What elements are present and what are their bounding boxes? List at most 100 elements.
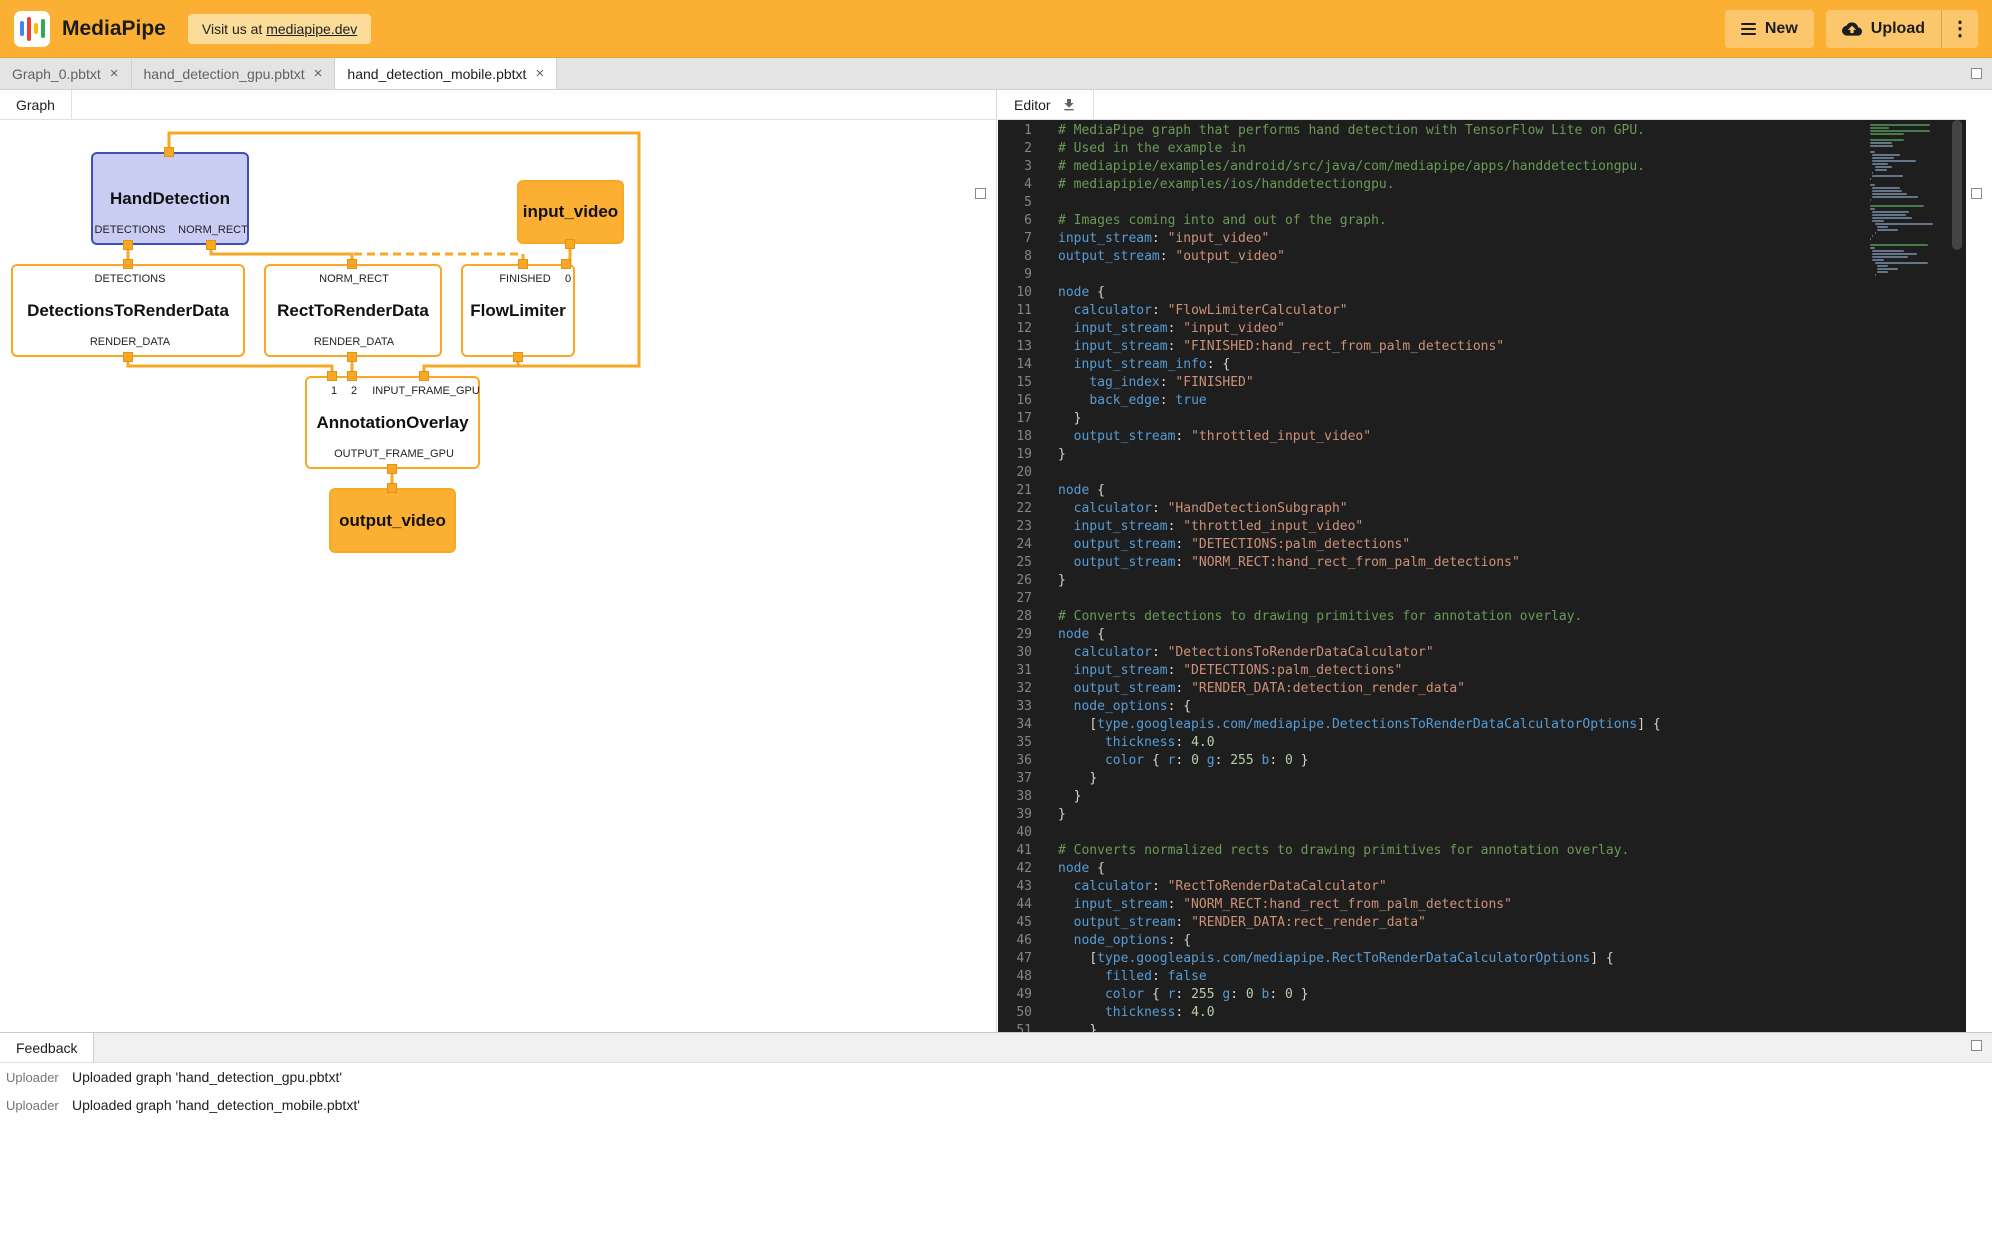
tab-editor[interactable]: Editor xyxy=(998,90,1094,119)
tab-strip: Graph_0.pbtxt×hand_detection_gpu.pbtxt×h… xyxy=(0,58,1992,90)
kebab-menu-icon[interactable]: ⋮ xyxy=(1941,10,1978,48)
code-lines: 1# MediaPipe graph that performs hand de… xyxy=(998,122,1966,1032)
feedback-header: Feedback xyxy=(0,1033,1992,1063)
close-icon[interactable]: × xyxy=(314,66,323,81)
hamburger-icon xyxy=(1741,23,1756,35)
graph-node-label: AnnotationOverlay xyxy=(316,413,468,433)
minimap-line xyxy=(1877,265,1887,267)
feedback-message: Uploaded graph 'hand_detection_gpu.pbtxt… xyxy=(72,1069,342,1085)
mediapipe-link[interactable]: mediapipe.dev xyxy=(266,21,357,37)
code-line: 12 input_stream: "input_video" xyxy=(998,320,1966,338)
feedback-source: Uploader xyxy=(6,1098,72,1113)
minimap-line xyxy=(1870,133,1904,135)
minimap-line xyxy=(1872,235,1873,237)
port-label: INPUT_FRAME_GPU xyxy=(372,385,480,397)
code-line: 31 input_stream: "DETECTIONS:palm_detect… xyxy=(998,662,1966,680)
minimap-line xyxy=(1872,211,1909,213)
minimap-line xyxy=(1875,232,1876,234)
minimap-line xyxy=(1877,229,1898,231)
minimap-line xyxy=(1875,223,1933,225)
minimap-line xyxy=(1870,142,1892,144)
close-icon[interactable]: × xyxy=(535,66,544,81)
code-line: 8output_stream: "output_video" xyxy=(998,248,1966,266)
graph-node-detections-to-render-data[interactable]: DetectionsToRenderDataDETECTIONSRENDER_D… xyxy=(11,264,245,357)
code-line: 20 xyxy=(998,464,1966,482)
graph-edge xyxy=(128,357,332,376)
port-label: RENDER_DATA xyxy=(314,336,394,348)
download-icon[interactable] xyxy=(1061,97,1077,113)
graph-panel-header: Graph xyxy=(0,90,996,120)
expand-icon[interactable] xyxy=(1971,1040,1982,1051)
code-line: 18 output_stream: "throttled_input_video… xyxy=(998,428,1966,446)
code-line: 25 output_stream: "NORM_RECT:hand_rect_f… xyxy=(998,554,1966,572)
minimap-line xyxy=(1872,253,1917,255)
port-label: 2 xyxy=(351,385,357,397)
code-line: 27 xyxy=(998,590,1966,608)
minimap-line xyxy=(1870,205,1924,207)
code-editor[interactable]: 1# MediaPipe graph that performs hand de… xyxy=(998,120,1966,1032)
minimap-line xyxy=(1872,160,1916,162)
minimap-line xyxy=(1877,271,1888,273)
expand-icon[interactable] xyxy=(1971,68,1982,79)
code-line: 47 [type.googleapis.com/mediapipe.RectTo… xyxy=(998,950,1966,968)
feedback-log: UploaderUploaded graph 'hand_detection_g… xyxy=(0,1067,1992,1236)
mediapipe-logo xyxy=(14,11,50,47)
minimap-line xyxy=(1875,166,1892,168)
graph-node-hand-detection[interactable]: HandDetectionDETECTIONSNORM_RECT xyxy=(91,152,249,245)
code-line: 39} xyxy=(998,806,1966,824)
app-title: MediaPipe xyxy=(62,17,166,41)
port-label: RENDER_DATA xyxy=(90,336,170,348)
code-line: 32 output_stream: "RENDER_DATA:detection… xyxy=(998,680,1966,698)
expand-icon[interactable] xyxy=(1971,188,1982,199)
code-line: 2# Used in the example in xyxy=(998,140,1966,158)
code-line: 24 output_stream: "DETECTIONS:palm_detec… xyxy=(998,536,1966,554)
port-label: OUTPUT_FRAME_GPU xyxy=(334,448,454,460)
close-icon[interactable]: × xyxy=(110,66,119,81)
graph-node-annotation-overlay[interactable]: AnnotationOverlay 1 2 INPUT_FRAME_GPU OUTPUT… xyxy=(305,376,480,469)
code-line: 13 input_stream: "FINISHED:hand_rect_fro… xyxy=(998,338,1966,356)
code-line: 22 calculator: "HandDetectionSubgraph" xyxy=(998,500,1966,518)
code-line: 3# mediapipie/examples/android/src/java/… xyxy=(998,158,1966,176)
minimap-line xyxy=(1870,244,1928,246)
code-line: 21node { xyxy=(998,482,1966,500)
feedback-entry: UploaderUploaded graph 'hand_detection_g… xyxy=(0,1069,1992,1097)
minimap-line xyxy=(1872,214,1906,216)
minimap-line xyxy=(1872,256,1908,258)
upload-button[interactable]: Upload xyxy=(1826,10,1941,48)
graph-node-input-video[interactable]: input_video xyxy=(517,180,624,244)
minimap-line xyxy=(1870,199,1871,201)
tab-feedback[interactable]: Feedback xyxy=(0,1033,94,1062)
minimap-line xyxy=(1872,175,1902,177)
feedback-entry: UploaderUploaded graph 'hand_detection_m… xyxy=(0,1097,1992,1125)
editor-tab-label: Editor xyxy=(1014,97,1051,113)
scrollbar[interactable] xyxy=(1952,120,1962,250)
graph-edge xyxy=(211,245,352,264)
tab-graph[interactable]: Graph xyxy=(0,90,72,119)
code-line: 45 output_stream: "RENDER_DATA:rect_rend… xyxy=(998,914,1966,932)
code-line: 26} xyxy=(998,572,1966,590)
document-tab[interactable]: hand_detection_gpu.pbtxt× xyxy=(132,58,336,89)
minimap-line xyxy=(1877,268,1898,270)
minimap-line xyxy=(1870,178,1871,180)
port-label: DETECTIONS xyxy=(95,273,166,285)
minimap-line xyxy=(1870,151,1875,153)
minimap-line xyxy=(1872,217,1912,219)
port-label: NORM_RECT xyxy=(319,273,389,285)
port-label: 1 xyxy=(331,385,337,397)
minimap-line xyxy=(1872,250,1904,252)
document-tab[interactable]: Graph_0.pbtxt× xyxy=(0,58,132,89)
expand-icon[interactable] xyxy=(975,188,986,199)
graph-node-label: output_video xyxy=(339,511,446,531)
minimap[interactable] xyxy=(1870,124,1936,277)
graph-node-output-video[interactable]: output_video xyxy=(329,488,456,553)
port-label: NORM_RECT xyxy=(178,224,248,236)
graph-node-flow-limiter[interactable]: FlowLimiterFINISHED0 xyxy=(461,264,575,357)
code-line: 50 thickness: 4.0 xyxy=(998,1004,1966,1022)
graph-edge xyxy=(424,357,518,376)
code-line: 34 [type.googleapis.com/mediapipe.Detect… xyxy=(998,716,1966,734)
document-tab[interactable]: hand_detection_mobile.pbtxt× xyxy=(335,58,557,89)
minimap-line xyxy=(1872,154,1900,156)
graph-node-rect-to-render-data[interactable]: RectToRenderDataNORM_RECTRENDER_DATA xyxy=(264,264,442,357)
minimap-line xyxy=(1875,262,1929,264)
new-button[interactable]: New xyxy=(1725,10,1814,48)
